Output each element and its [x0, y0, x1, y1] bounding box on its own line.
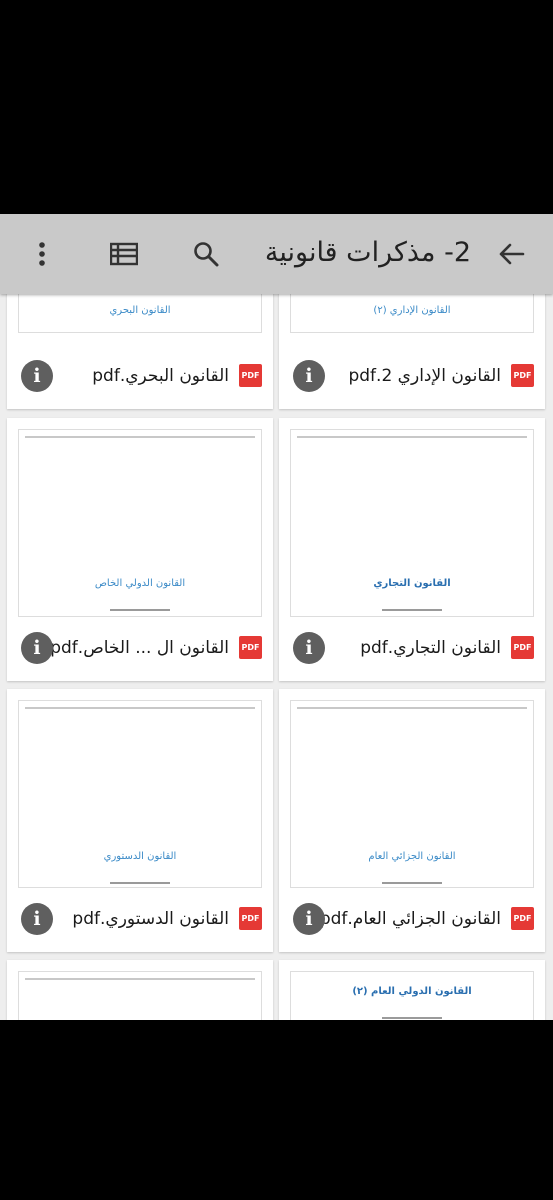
pdf-thumbnail: القانون الجزائي العام [290, 700, 534, 888]
pdf-file-icon: PDF [239, 364, 262, 387]
pdf-thumbnail: القانون التجاري [290, 429, 534, 617]
thumbnail-title: القانون البحري [109, 305, 171, 316]
pdf-thumbnail: القانون الدولي الخاص [18, 429, 262, 617]
thumbnail-title: القانون الدولي العام (٢) [352, 986, 472, 997]
thumbnail-title: القانون الإداري (٢) [373, 305, 451, 316]
thumbnail-title: القانون التجاري [373, 578, 451, 589]
file-card[interactable]: القانون الجزائي العام PDF القانون الجزائ… [279, 689, 545, 952]
pdf-file-icon: PDF [239, 907, 262, 930]
info-icon[interactable]: i [21, 632, 53, 664]
file-card[interactable]: القانون الإداري (٢) PDF القانون الإداري … [279, 294, 545, 409]
list-view-icon[interactable] [106, 236, 142, 272]
pdf-thumbnail: القانون الدستوري [18, 700, 262, 888]
file-name: القانون الإداري 2.pdf [348, 366, 501, 386]
file-name: القانون الجزائي العام.pdf [319, 909, 501, 929]
pdf-file-icon: PDF [511, 364, 534, 387]
pdf-thumbnail: القانون الإداري (٢) [290, 294, 534, 333]
thumbnail-title: القانون الدستوري [103, 851, 177, 862]
more-vert-icon[interactable] [24, 236, 60, 272]
file-name: القانون البحري.pdf [92, 366, 229, 386]
info-icon[interactable]: i [293, 632, 325, 664]
pdf-file-icon: PDF [239, 636, 262, 659]
folder-title: 2- مذكرات قانونية [264, 237, 471, 268]
file-card[interactable]: القانون الدولي العام (٢) [279, 960, 545, 1020]
file-card[interactable]: القانون الدستوري PDF القانون الدستوري.pd… [7, 689, 273, 952]
file-name: القانون الدستوري.pdf [72, 909, 229, 929]
thumbnail-title: القانون الجزائي العام [368, 851, 456, 862]
info-icon[interactable]: i [293, 360, 325, 392]
card-footer: PDF القانون الإداري 2.pdf i [279, 343, 545, 409]
pdf-thumbnail: القانون البحري [18, 294, 262, 333]
card-footer: PDF القانون الجزائي العام.pdf i [279, 886, 545, 952]
pdf-file-icon: PDF [511, 907, 534, 930]
pdf-file-icon: PDF [511, 636, 534, 659]
file-grid: القانون الإداري (٢) PDF القانون الإداري … [0, 294, 553, 1020]
file-card[interactable] [7, 960, 273, 1020]
card-footer: PDF القانون التجاري.pdf i [279, 615, 545, 681]
file-name: القانون ال ... الخاص.pdf [50, 638, 229, 658]
info-icon[interactable]: i [21, 360, 53, 392]
info-icon[interactable]: i [21, 903, 53, 935]
app-bar: 2- مذكرات قانونية [0, 214, 553, 294]
card-footer: PDF القانون الدستوري.pdf i [7, 886, 273, 952]
thumbnail-title: القانون الدولي الخاص [94, 578, 186, 589]
pdf-thumbnail [18, 971, 262, 1020]
card-footer: PDF القانون ال ... الخاص.pdf i [7, 615, 273, 681]
info-icon[interactable]: i [293, 903, 325, 935]
file-card[interactable]: القانون الدولي الخاص PDF القانون ال ... … [7, 418, 273, 681]
file-name: القانون التجاري.pdf [360, 638, 501, 658]
pdf-thumbnail: القانون الدولي العام (٢) [290, 971, 534, 1020]
file-card[interactable]: القانون البحري PDF القانون البحري.pdf i [7, 294, 273, 409]
file-card[interactable]: القانون التجاري PDF القانون التجاري.pdf … [279, 418, 545, 681]
card-footer: PDF القانون البحري.pdf i [7, 343, 273, 409]
search-icon[interactable] [188, 236, 224, 272]
arrow-left-icon[interactable] [493, 236, 529, 272]
